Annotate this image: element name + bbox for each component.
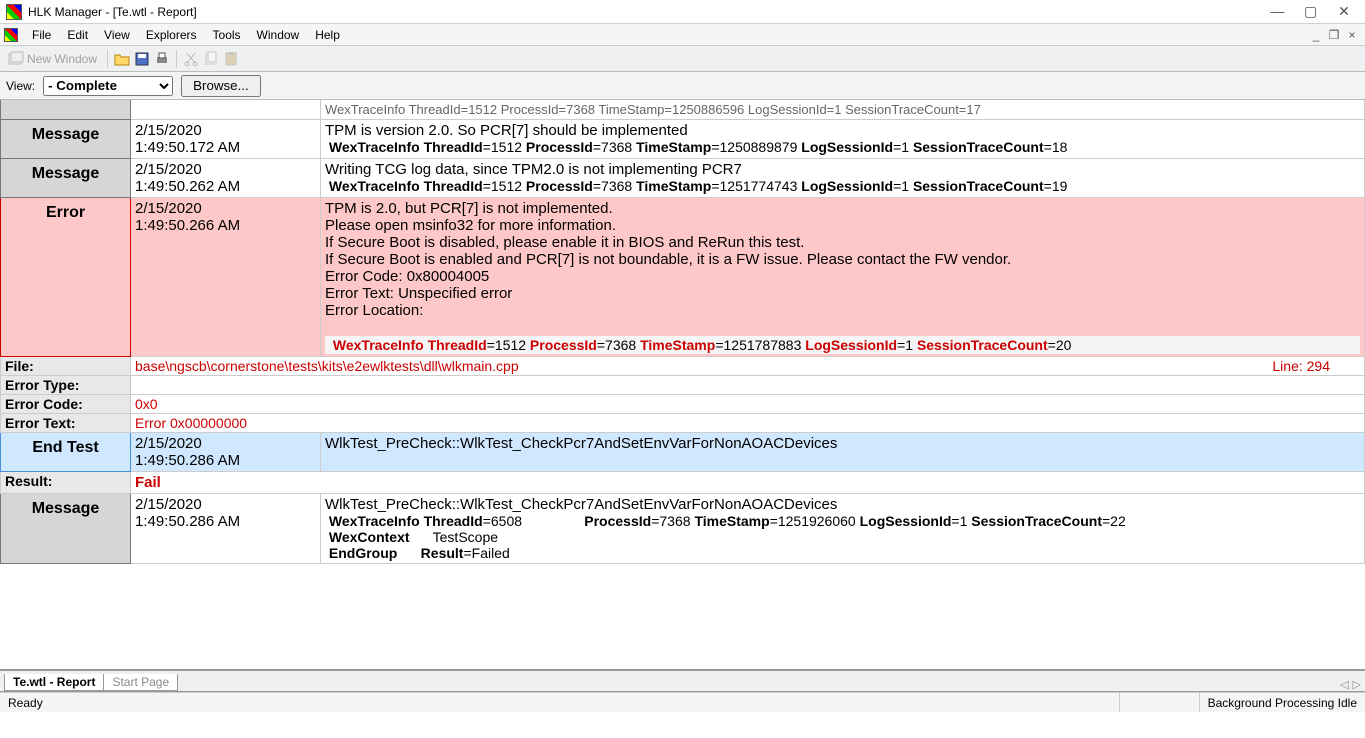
row-type: Message (1, 159, 131, 198)
partial-trace: WexTraceInfo ThreadId=1512 ProcessId=736… (321, 100, 1365, 120)
tab-next-button[interactable]: ▷ (1353, 678, 1361, 691)
row-trace: WexTraceInfo ThreadId=1512 ProcessId=736… (325, 178, 1360, 194)
status-bg: Background Processing Idle (1199, 693, 1365, 712)
tab-startpage[interactable]: Start Page (103, 674, 178, 691)
error-row: Error 2/15/20201:49:50.266 AM TPM is 2.0… (1, 198, 1365, 357)
menu-tools[interactable]: Tools (205, 26, 249, 44)
new-window-button[interactable]: New Window (4, 51, 101, 67)
menu-window[interactable]: Window (249, 26, 308, 44)
copy-icon[interactable] (203, 51, 219, 67)
error-trace: WexTraceInfo ThreadId=1512 ProcessId=736… (325, 336, 1360, 354)
title-bar: HLK Manager - [Te.wtl - Report] — ▢ ✕ (0, 0, 1365, 24)
row-message: TPM is version 2.0. So PCR[7] should be … (325, 122, 1360, 139)
menu-edit[interactable]: Edit (59, 26, 96, 44)
mdi-restore-button[interactable]: ❐ (1325, 28, 1343, 42)
paste-icon[interactable] (223, 51, 239, 67)
view-label: View: (6, 79, 35, 93)
log-row: Message 2/15/20201:49:50.286 AM WlkTest_… (1, 494, 1365, 564)
log-area[interactable]: WexTraceInfo ThreadId=1512 ProcessId=736… (0, 100, 1365, 670)
menu-explorers[interactable]: Explorers (138, 26, 205, 44)
minimize-button[interactable]: — (1262, 3, 1292, 19)
menu-file[interactable]: File (24, 26, 59, 44)
close-button[interactable]: ✕ (1329, 3, 1359, 20)
print-icon[interactable] (154, 51, 170, 67)
maximize-button[interactable]: ▢ (1296, 3, 1326, 20)
row-type: Error (1, 198, 131, 357)
tab-report[interactable]: Te.wtl - Report (4, 674, 104, 691)
log-row: Message 2/15/20201:49:50.262 AM Writing … (1, 159, 1365, 198)
browse-button[interactable]: Browse... (181, 75, 261, 97)
menu-help[interactable]: Help (307, 26, 348, 44)
toolbar: New Window (0, 46, 1365, 72)
document-tabs: Te.wtl - Report Start Page ◁ ▷ (0, 670, 1365, 692)
result-value: Fail (135, 474, 161, 491)
save-icon[interactable] (134, 51, 150, 67)
view-select[interactable]: - Complete (43, 76, 173, 96)
filter-bar: View: - Complete Browse... (0, 72, 1365, 100)
row-message: WlkTest_PreCheck::WlkTest_CheckPcr7AndSe… (325, 496, 1360, 513)
status-ready: Ready (0, 693, 1119, 712)
endtest-row: End Test 2/15/20201:49:50.286 AM WlkTest… (1, 433, 1365, 472)
window-title: HLK Manager - [Te.wtl - Report] (28, 5, 1262, 19)
cut-icon[interactable] (183, 51, 199, 67)
app-icon-small (4, 28, 18, 42)
row-type: Message (1, 120, 131, 159)
menu-view[interactable]: View (96, 26, 138, 44)
row-type: Message (1, 494, 131, 564)
new-window-icon (8, 51, 24, 67)
mdi-close-button[interactable]: × (1343, 28, 1361, 42)
endtest-msg: WlkTest_PreCheck::WlkTest_CheckPcr7AndSe… (325, 435, 1360, 452)
menu-bar: File Edit View Explorers Tools Window He… (0, 24, 1365, 46)
open-icon[interactable] (114, 51, 130, 67)
log-row: Message 2/15/20201:49:50.172 AM TPM is v… (1, 120, 1365, 159)
status-bar: Ready Background Processing Idle (0, 692, 1365, 712)
row-message: Writing TCG log data, since TPM2.0 is no… (325, 161, 1360, 178)
row-trace: WexTraceInfo ThreadId=1512 ProcessId=736… (325, 139, 1360, 155)
mdi-minimize-button[interactable]: _ (1307, 28, 1325, 42)
app-icon (6, 4, 22, 20)
row-type: End Test (1, 433, 131, 472)
tab-prev-button[interactable]: ◁ (1340, 678, 1348, 691)
